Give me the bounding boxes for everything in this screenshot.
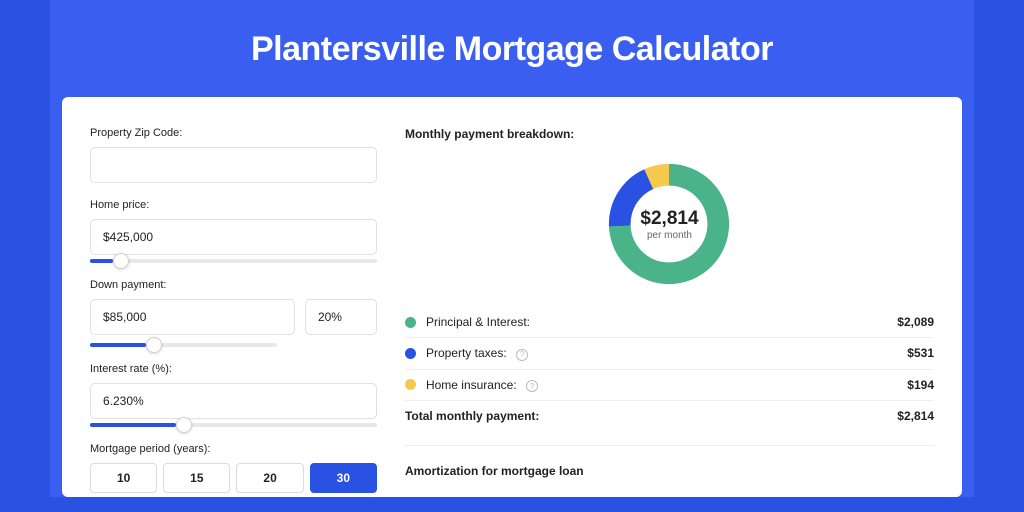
down-amount-input[interactable]: [90, 299, 295, 335]
price-slider[interactable]: [90, 259, 377, 263]
form-panel: Property Zip Code: Home price: Down paym…: [90, 127, 377, 467]
breakdown-panel: Monthly payment breakdown: $2,814 per mo…: [405, 127, 934, 467]
down-label: Down payment:: [90, 279, 377, 291]
dot-icon: [405, 317, 416, 328]
donut-amount: $2,814: [640, 208, 698, 230]
donut-chart-wrap: $2,814 per month: [405, 159, 934, 289]
period-option-30[interactable]: 30: [310, 463, 377, 493]
rate-slider[interactable]: [90, 423, 377, 427]
row-value: $194: [907, 378, 934, 392]
breakdown-row-pi: Principal & Interest: $2,089: [405, 307, 934, 338]
rate-label: Interest rate (%):: [90, 363, 377, 375]
calculator-card: Property Zip Code: Home price: Down paym…: [62, 97, 962, 497]
row-label: Property taxes: ?: [426, 346, 907, 361]
row-value: $2,089: [897, 315, 934, 329]
row-label: Home insurance: ?: [426, 378, 907, 393]
breakdown-row-total: Total monthly payment: $2,814: [405, 401, 934, 431]
page-title: Plantersville Mortgage Calculator: [50, 30, 974, 69]
breakdown-title: Monthly payment breakdown:: [405, 127, 934, 141]
amortization-title: Amortization for mortgage loan: [405, 464, 934, 478]
info-icon[interactable]: ?: [516, 349, 528, 361]
donut-per-month: per month: [647, 230, 692, 241]
amortization-text: Amortization for a mortgage loan refers …: [405, 496, 934, 497]
row-label: Principal & Interest:: [426, 315, 897, 329]
total-value: $2,814: [897, 409, 934, 423]
dot-icon: [405, 348, 416, 359]
breakdown-row-insurance: Home insurance: ? $194: [405, 370, 934, 402]
zip-input[interactable]: [90, 147, 377, 183]
price-label: Home price:: [90, 199, 377, 211]
rate-input[interactable]: [90, 383, 377, 419]
zip-label: Property Zip Code:: [90, 127, 377, 139]
price-input[interactable]: [90, 219, 377, 255]
down-percent-input[interactable]: [305, 299, 377, 335]
breakdown-row-taxes: Property taxes: ? $531: [405, 338, 934, 370]
page-outer: Plantersville Mortgage Calculator Proper…: [0, 0, 1024, 497]
donut-center: $2,814 per month: [604, 159, 734, 289]
down-slider[interactable]: [90, 343, 277, 347]
row-value: $531: [907, 346, 934, 360]
period-option-15[interactable]: 15: [163, 463, 230, 493]
period-option-20[interactable]: 20: [236, 463, 303, 493]
dot-icon: [405, 379, 416, 390]
info-icon[interactable]: ?: [526, 380, 538, 392]
period-label: Mortgage period (years):: [90, 443, 377, 455]
amortization-section: Amortization for mortgage loan Amortizat…: [405, 445, 934, 497]
donut-chart: $2,814 per month: [604, 159, 734, 289]
period-button-group: 10 15 20 30: [90, 463, 377, 493]
page-inner: Plantersville Mortgage Calculator Proper…: [50, 0, 974, 497]
period-option-10[interactable]: 10: [90, 463, 157, 493]
total-label: Total monthly payment:: [405, 409, 897, 423]
